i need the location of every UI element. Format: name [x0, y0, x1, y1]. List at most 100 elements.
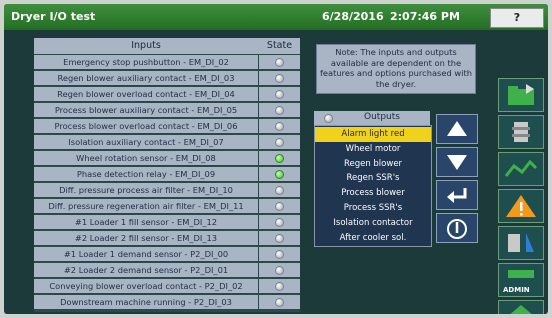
input-label: Downstream machine running - P2_DI_03: [34, 295, 258, 309]
up-arrow-icon: [447, 121, 467, 136]
state-indicator-icon: [275, 106, 284, 115]
table-row: Conveying blower overload contact - P2_D…: [34, 279, 300, 293]
state-column-header: State: [266, 40, 293, 51]
outputs-indicator-icon: [324, 114, 333, 123]
help-button[interactable]: ?: [490, 8, 544, 28]
dryer-icon: [512, 122, 530, 142]
output-item[interactable]: After cooler sol.: [315, 231, 431, 246]
outputs-header: Outputs: [314, 111, 430, 125]
input-label: Phase detection relay - EM_DI_09: [34, 167, 258, 181]
input-state-cell: [259, 103, 300, 117]
table-row: Regen blower overload contact - EM_DI_04: [34, 87, 300, 101]
output-item[interactable]: Wheel motor: [315, 142, 431, 157]
output-item[interactable]: Process SSR's: [315, 201, 431, 216]
outputs-header-label: Outputs: [364, 112, 400, 122]
state-indicator-icon: [275, 90, 284, 99]
table-row: #1 Loader 1 demand sensor - P2_DI_00: [34, 247, 300, 261]
input-label: Isolation auxiliary contact - EM_DI_07: [34, 135, 258, 149]
output-item-label: Regen blower: [343, 158, 403, 169]
folder-icon: [508, 84, 534, 105]
io-nav-button[interactable]: [498, 226, 544, 260]
time-readout: 2:07:46 PM: [390, 10, 460, 23]
table-row: Emergency stop pushbutton - EM_DI_02: [34, 55, 300, 69]
state-indicator-icon: [275, 186, 284, 195]
trend-chart-icon: [504, 159, 538, 177]
home-nav-button[interactable]: [498, 300, 544, 314]
input-label: #2 Loader 2 demand sensor - P2_DI_01: [34, 263, 258, 277]
input-label: #2 Loader 2 fill sensor - EM_DI_13: [34, 231, 258, 245]
input-label: Diff. pressure process air filter - EM_D…: [34, 183, 258, 197]
navigation-rail: ADMIN: [498, 78, 544, 314]
input-label: Diff. pressure regeneration air filter -…: [34, 199, 258, 213]
admin-label: ADMIN: [503, 286, 530, 294]
output-item-label: After cooler sol.: [339, 232, 407, 243]
table-row: Downstream machine running - P2_DI_03: [34, 295, 300, 309]
input-label: Process blower auxiliary contact - EM_DI…: [34, 103, 258, 117]
table-row: Process blower overload contact - EM_DI_…: [34, 119, 300, 133]
io-test-icon: [508, 233, 534, 252]
note-box: Note: The inputs and outputs available a…: [316, 44, 476, 94]
output-item[interactable]: Alarm light red: [315, 127, 431, 142]
power-icon: [447, 219, 467, 239]
down-arrow-icon: [447, 155, 467, 170]
output-item-label: Wheel motor: [345, 143, 401, 154]
table-row: #2 Loader 2 fill sensor - EM_DI_13: [34, 231, 300, 245]
title-bar: Dryer I/O test 6/28/2016 2:07:46 PM ?: [4, 4, 548, 30]
hmi-screen: Dryer I/O test 6/28/2016 2:07:46 PM ? In…: [4, 4, 548, 314]
input-label: #1 Loader 1 demand sensor - P2_DI_00: [34, 247, 258, 261]
output-item[interactable]: Isolation contactor: [315, 216, 431, 231]
output-item[interactable]: Process blower: [315, 186, 431, 201]
input-state-cell: [259, 167, 300, 181]
scroll-down-button[interactable]: [436, 147, 478, 177]
state-indicator-icon: [275, 298, 284, 307]
input-state-cell: [259, 247, 300, 261]
output-item-label: Process SSR's: [343, 203, 403, 213]
state-indicator-icon: [275, 170, 284, 179]
input-state-cell: [259, 295, 300, 309]
input-state-cell: [259, 199, 300, 213]
input-state-cell: [259, 87, 300, 101]
output-item-label: Regen SSR's: [346, 173, 400, 184]
trend-nav-button[interactable]: [498, 152, 544, 186]
table-row: Regen blower auxiliary contact - EM_DI_0…: [34, 71, 300, 85]
home-icon: [510, 305, 532, 314]
output-item-label: Isolation contactor: [333, 217, 413, 228]
state-indicator-icon: [275, 234, 284, 243]
input-label: Process blower overload contact - EM_DI_…: [34, 119, 258, 133]
state-indicator-icon: [275, 122, 284, 131]
input-state-cell: [259, 55, 300, 69]
state-indicator-icon: [275, 250, 284, 259]
state-indicator-icon: [275, 58, 284, 67]
toggle-output-button[interactable]: [436, 213, 478, 243]
enter-button[interactable]: [436, 180, 478, 210]
admin-nav-button[interactable]: ADMIN: [498, 263, 544, 297]
outputs-list: Alarm light red Wheel motor Regen blower Re…: [314, 125, 432, 247]
alarms-nav-button[interactable]: [498, 189, 544, 223]
table-row: Phase detection relay - EM_DI_09: [34, 167, 300, 181]
state-indicator-icon: [275, 218, 284, 227]
state-indicator-icon: [275, 138, 284, 147]
table-row: #1 Loader 1 fill sensor - EM_DI_12: [34, 215, 300, 229]
folder-nav-button[interactable]: [498, 78, 544, 112]
state-indicator-icon: [275, 282, 284, 291]
input-state-cell: [259, 119, 300, 133]
inputs-table-header: Inputs State: [34, 38, 300, 54]
enter-arrow-icon: [447, 188, 467, 203]
output-item[interactable]: Regen SSR's: [315, 171, 431, 186]
table-row: Diff. pressure process air filter - EM_D…: [34, 183, 300, 197]
table-row: Process blower auxiliary contact - EM_DI…: [34, 103, 300, 117]
state-indicator-icon: [275, 154, 284, 163]
input-state-cell: [259, 231, 300, 245]
input-state-cell: [259, 151, 300, 165]
output-item-label: Alarm light red: [341, 129, 405, 139]
output-item[interactable]: Regen blower: [315, 157, 431, 172]
table-row: Diff. pressure regeneration air filter -…: [34, 199, 300, 213]
input-label: #1 Loader 1 fill sensor - EM_DI_12: [34, 215, 258, 229]
input-state-cell: [259, 215, 300, 229]
input-state-cell: [259, 183, 300, 197]
input-state-cell: [259, 279, 300, 293]
dryer-nav-button[interactable]: [498, 115, 544, 149]
scroll-up-button[interactable]: [436, 114, 478, 144]
input-state-cell: [259, 71, 300, 85]
inputs-table: Inputs State Emergency stop pushbutton -…: [34, 38, 300, 312]
